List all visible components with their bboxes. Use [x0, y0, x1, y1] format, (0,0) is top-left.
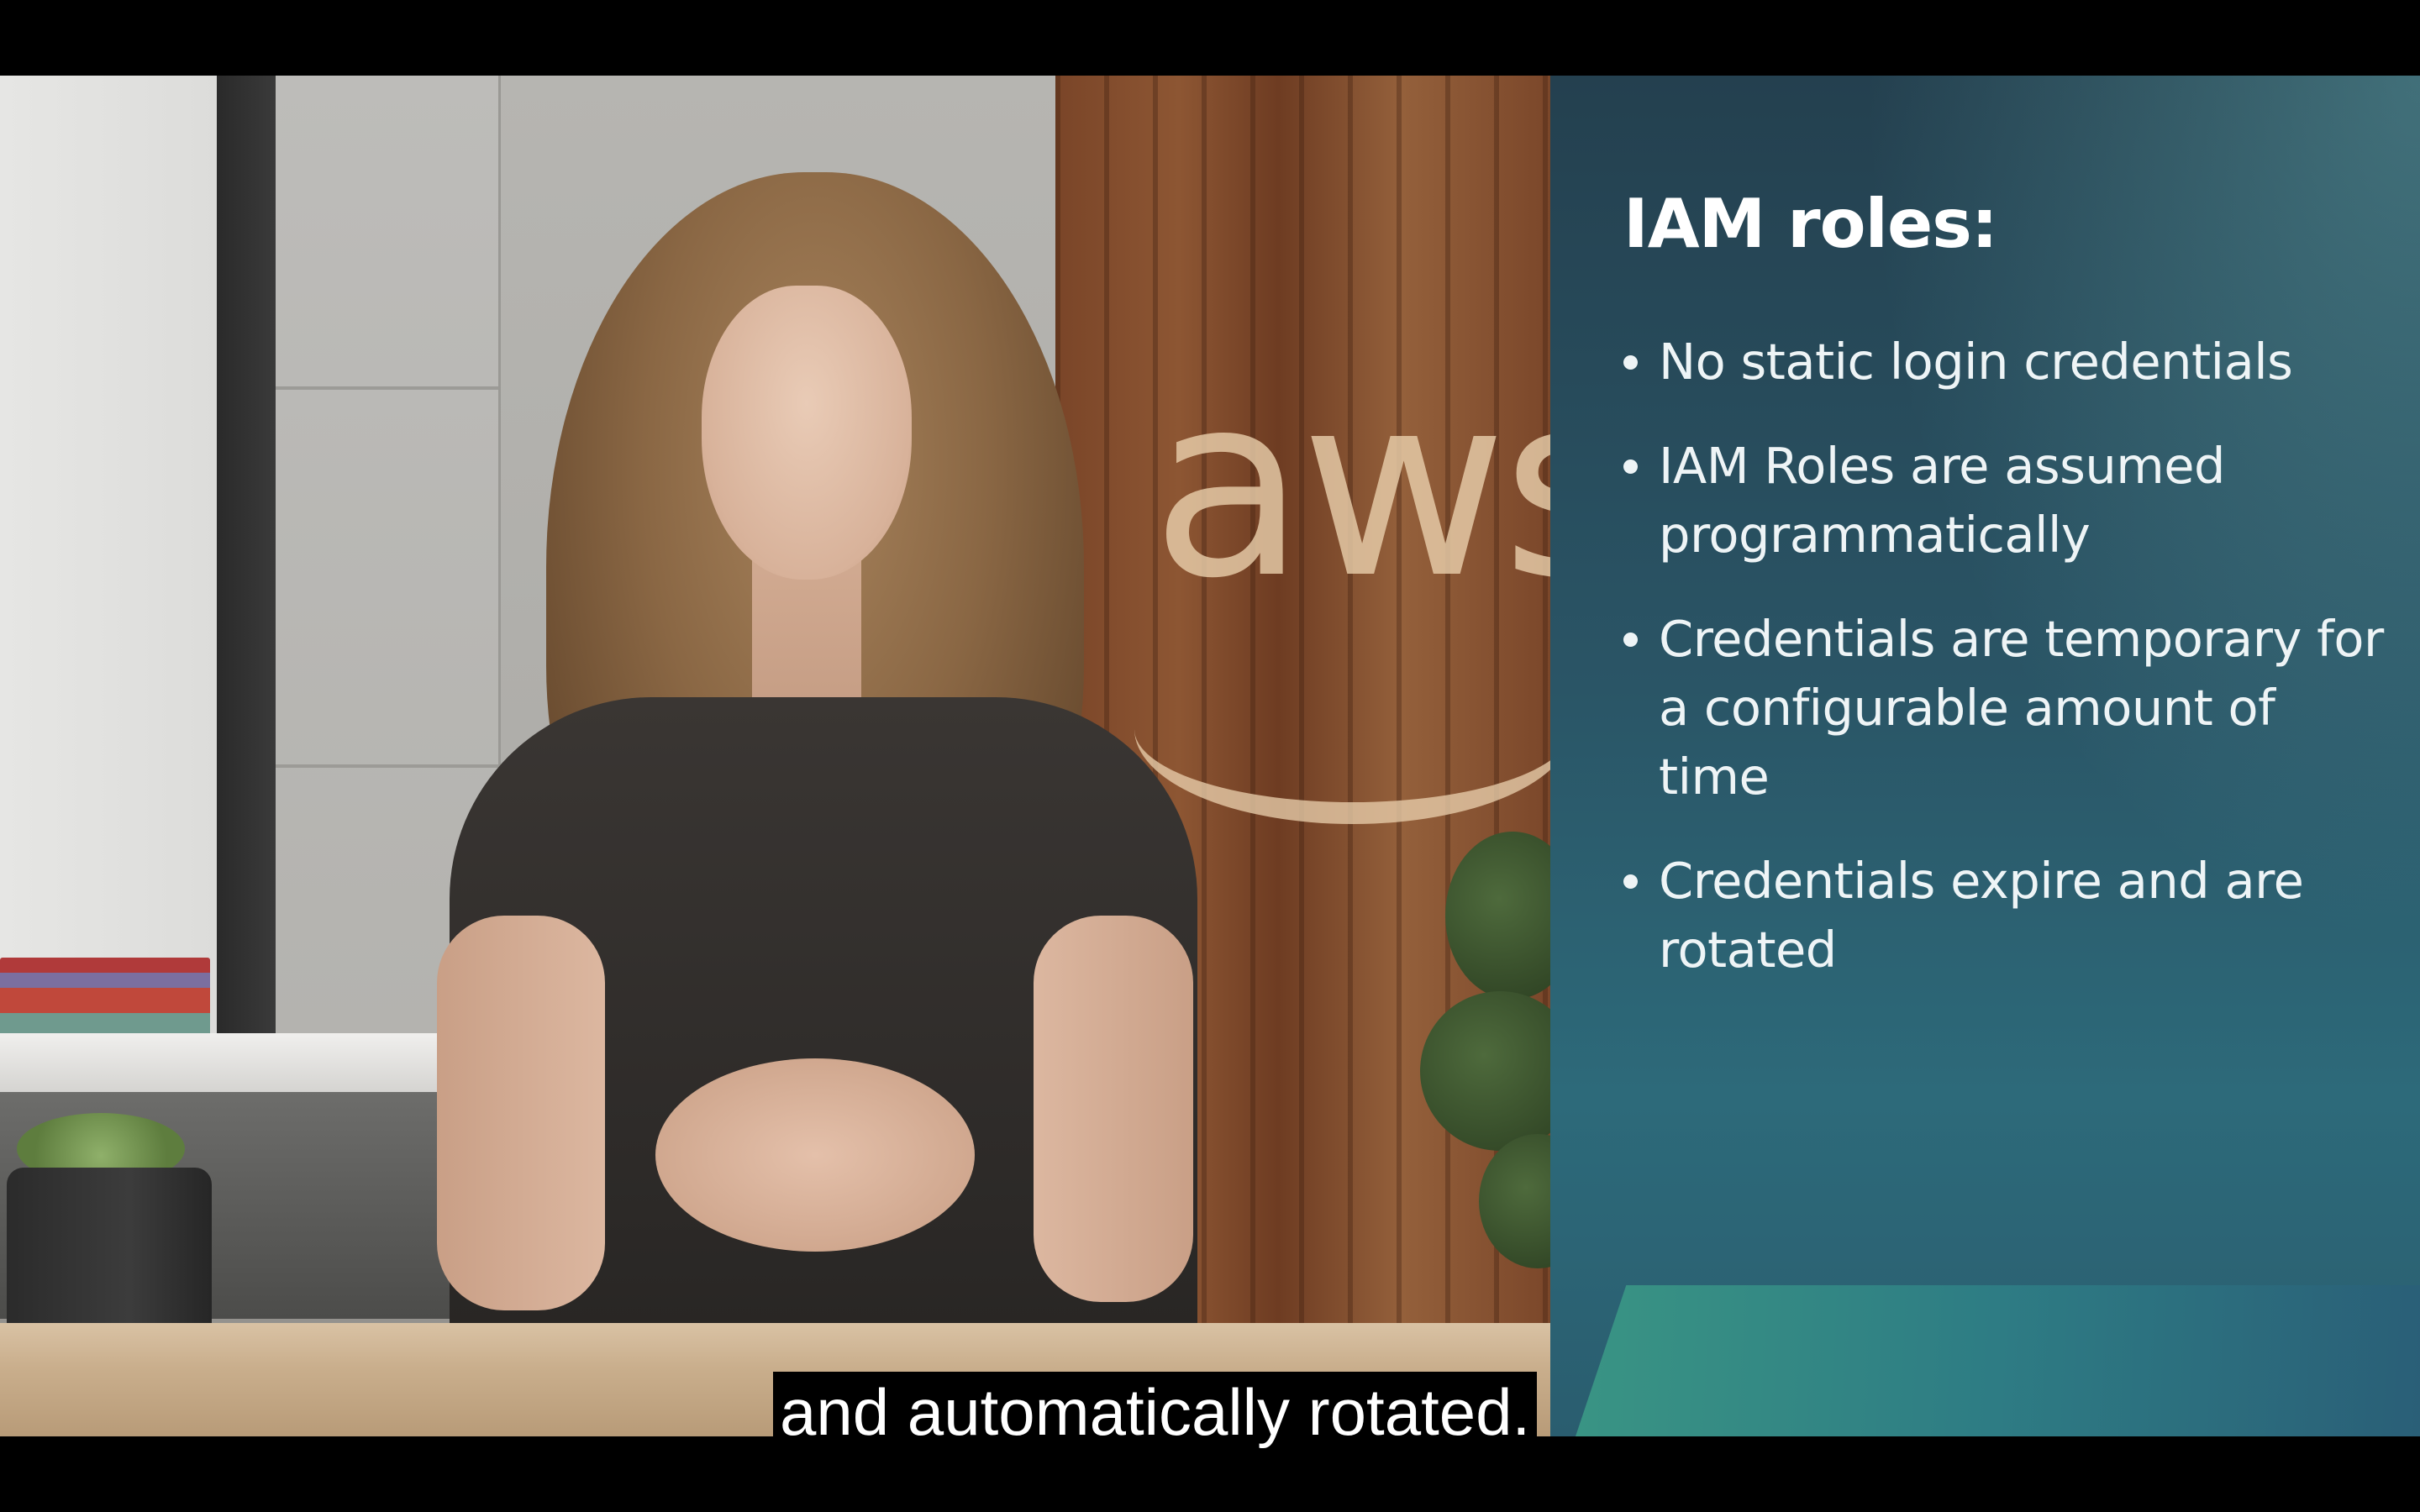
- window-frame: [217, 76, 276, 1033]
- presenter-hands: [655, 1058, 975, 1252]
- bullet-dot-icon: [1623, 355, 1638, 370]
- wall-seam: [276, 764, 498, 768]
- presenter-face: [702, 286, 912, 580]
- book-stack: [0, 958, 210, 1037]
- bullet-text: Credentials are temporary for a configur…: [1659, 610, 2384, 806]
- studio-scene: aws: [0, 76, 1550, 1436]
- bullet-dot-icon: [1623, 459, 1638, 474]
- aws-backdrop-logo: aws: [1151, 340, 1550, 633]
- bullet-dot-icon: [1623, 874, 1638, 889]
- slide-accent-band: [1576, 1285, 2420, 1436]
- bullet-item: Credentials expire and are rotated: [1623, 847, 2396, 984]
- video-player[interactable]: aws IAM roles: No stati: [0, 0, 2420, 1512]
- bullet-item: IAM Roles are assumed programmatically: [1623, 432, 2396, 570]
- bullet-item: No static login credentials: [1623, 328, 2396, 396]
- aws-smile-arrow: [1134, 634, 1550, 824]
- wall-seam: [276, 386, 498, 390]
- white-wall: [0, 76, 223, 1050]
- bullet-text: IAM Roles are assumed programmatically: [1659, 437, 2225, 564]
- letterbox-top: [0, 0, 2420, 76]
- bullet-text: No static login credentials: [1659, 333, 2293, 391]
- bullet-list: No static login credentials IAM Roles ar…: [1623, 328, 2396, 1020]
- presenter-arm: [1034, 916, 1193, 1302]
- presenter-arm: [437, 916, 605, 1310]
- bullet-item: Credentials are temporary for a configur…: [1623, 605, 2396, 811]
- slide-panel: IAM roles: No static login credentials I…: [1550, 76, 2420, 1436]
- bullet-dot-icon: [1623, 633, 1638, 647]
- shelf: [0, 1033, 437, 1092]
- slide-title: IAM roles:: [1623, 185, 1998, 263]
- video-frame[interactable]: aws IAM roles: No stati: [0, 76, 2420, 1436]
- subtitle-caption: and automatically rotated.: [773, 1372, 1538, 1452]
- bullet-text: Credentials expire and are rotated: [1659, 852, 2304, 979]
